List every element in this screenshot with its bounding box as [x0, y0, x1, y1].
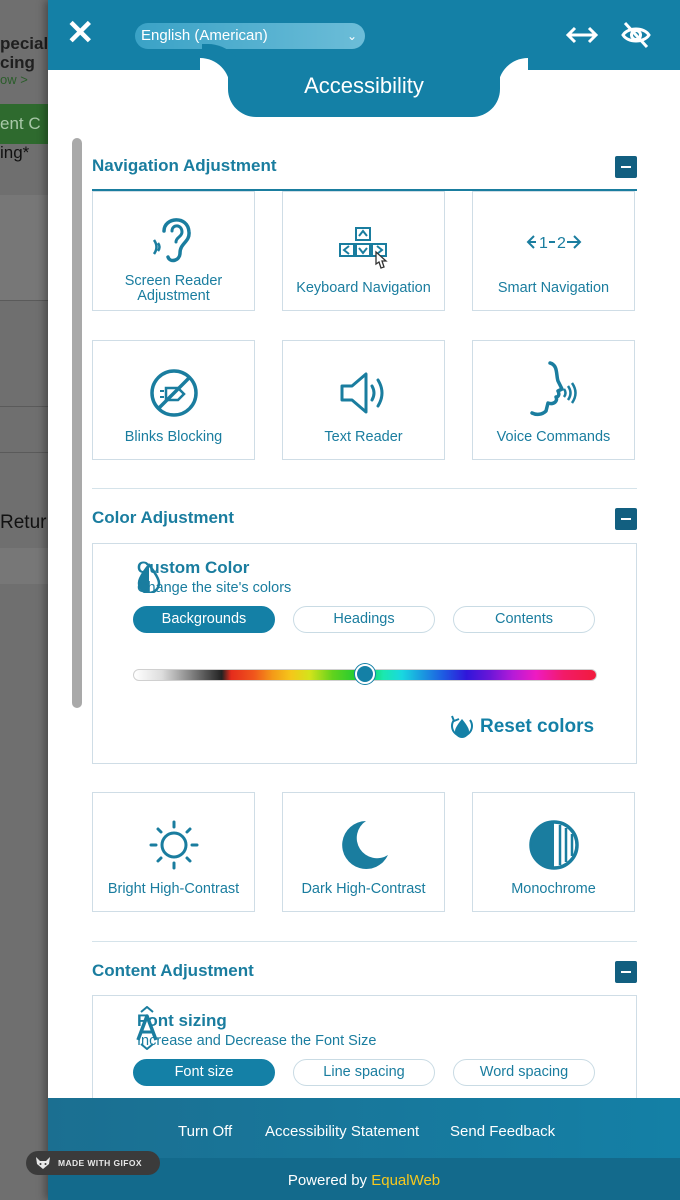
language-select-value: English (American) — [141, 27, 268, 44]
tile-screen-reader[interactable]: Screen Reader Adjustment — [92, 191, 255, 311]
color-target-contents[interactable]: Contents — [453, 606, 595, 633]
send-feedback-link[interactable]: Send Feedback — [450, 1123, 555, 1140]
chevron-down-icon: ⌄ — [346, 29, 357, 43]
smart-navigation-icon: 1 2 — [526, 235, 581, 252]
keyboard-arrows-icon — [338, 227, 388, 269]
voice-head-icon — [529, 361, 577, 417]
background-divider — [0, 406, 48, 407]
tile-dark-high-contrast[interactable]: Dark High-Contrast — [282, 792, 445, 912]
background-text: pecial cing — [0, 34, 48, 72]
brand-link[interactable]: EqualWeb — [371, 1172, 440, 1189]
blink-block-icon — [149, 369, 198, 417]
reset-drop-icon — [451, 715, 473, 738]
footer-links: Turn Off Accessibility Statement Send Fe… — [48, 1098, 680, 1158]
background-text: ow > — [0, 72, 28, 87]
fox-icon — [36, 1157, 50, 1169]
collapse-color-button[interactable] — [615, 508, 637, 530]
section-title-content: Content Adjustment — [92, 961, 254, 980]
color-target-headings[interactable]: Headings — [293, 606, 435, 633]
background-green-bar: ent C — [0, 104, 48, 144]
background-text: ing* — [0, 143, 30, 162]
tile-label: Dark High-Contrast — [301, 881, 426, 897]
font-sizing-title: Font sizing — [137, 1011, 227, 1030]
sun-icon — [149, 820, 198, 870]
section-divider — [92, 488, 637, 489]
tile-monochrome[interactable]: Monochrome — [472, 792, 635, 912]
svg-text:2: 2 — [557, 235, 566, 252]
hide-interface-icon[interactable] — [620, 19, 652, 51]
powered-by-label: Powered by — [287, 1172, 368, 1189]
tile-label: Keyboard Navigation — [296, 280, 431, 296]
collapse-navigation-button[interactable] — [615, 156, 637, 178]
font-option-line-spacing[interactable]: Line spacing — [293, 1059, 435, 1086]
tile-label: Screen Reader Adjustment — [124, 273, 223, 304]
section-title-navigation: Navigation Adjustment — [92, 156, 277, 175]
font-sizing-subtitle: Increase and Decrease the Font Size — [137, 1033, 377, 1049]
font-option-size[interactable]: Font size — [133, 1059, 275, 1086]
background-band — [0, 548, 48, 584]
section-divider — [92, 941, 637, 942]
reset-colors-button[interactable]: Reset colors — [450, 712, 594, 742]
tile-text-reader[interactable]: Text Reader — [282, 340, 445, 460]
collapse-content-button[interactable] — [615, 961, 637, 983]
color-target-backgrounds[interactable]: Backgrounds — [133, 606, 275, 633]
tile-label: Monochrome — [511, 881, 596, 897]
accessibility-panel: ✕ English (American) ⌄ Accessibility Nav… — [48, 0, 680, 1200]
resize-panel-icon[interactable] — [564, 20, 600, 50]
panel-title: Accessibility — [228, 58, 500, 117]
panel-footer: Turn Off Accessibility Statement Send Fe… — [48, 1098, 680, 1200]
tile-keyboard-navigation[interactable]: Keyboard Navigation — [282, 191, 445, 311]
gifox-label: MADE WITH GIFOX — [58, 1158, 142, 1168]
color-slider-handle[interactable] — [355, 664, 375, 684]
tile-label: Blinks Blocking — [124, 429, 223, 445]
moon-icon — [341, 821, 388, 869]
background-text: Retur — [0, 512, 47, 533]
tile-bright-high-contrast[interactable]: Bright High-Contrast — [92, 792, 255, 912]
background-divider — [0, 452, 48, 453]
reset-colors-label: Reset colors — [480, 716, 595, 737]
close-icon[interactable]: ✕ — [66, 16, 95, 50]
section-title-color: Color Adjustment — [92, 508, 234, 527]
background-band — [0, 195, 48, 300]
tile-label: Smart Navigation — [497, 280, 610, 296]
font-option-word-spacing[interactable]: Word spacing — [453, 1059, 595, 1086]
accessibility-statement-link[interactable]: Accessibility Statement — [265, 1123, 419, 1140]
gifox-watermark: MADE WITH GIFOX — [26, 1151, 160, 1175]
tile-label: Text Reader — [324, 429, 403, 445]
ear-icon — [152, 218, 191, 263]
language-select[interactable]: English (American) ⌄ — [135, 23, 365, 49]
tile-smart-navigation[interactable]: 1 2 Smart Navigation — [472, 191, 635, 311]
custom-color-subtitle: Change the site's colors — [137, 580, 292, 596]
speaker-icon — [340, 372, 383, 414]
background-website: pecial cing ow > ent C ing* Retur — [0, 0, 48, 1200]
svg-text:1: 1 — [539, 235, 548, 252]
scrollbar[interactable] — [72, 138, 82, 708]
background-divider — [0, 300, 48, 301]
turn-off-link[interactable]: Turn Off — [178, 1123, 232, 1140]
tile-label: Bright High-Contrast — [107, 881, 240, 897]
monochrome-icon — [528, 820, 579, 870]
custom-color-title: Custom Color — [137, 558, 250, 577]
tile-blinks-blocking[interactable]: Blinks Blocking — [92, 340, 255, 460]
tile-label: Voice Commands — [496, 429, 611, 445]
tile-voice-commands[interactable]: Voice Commands — [472, 340, 635, 460]
